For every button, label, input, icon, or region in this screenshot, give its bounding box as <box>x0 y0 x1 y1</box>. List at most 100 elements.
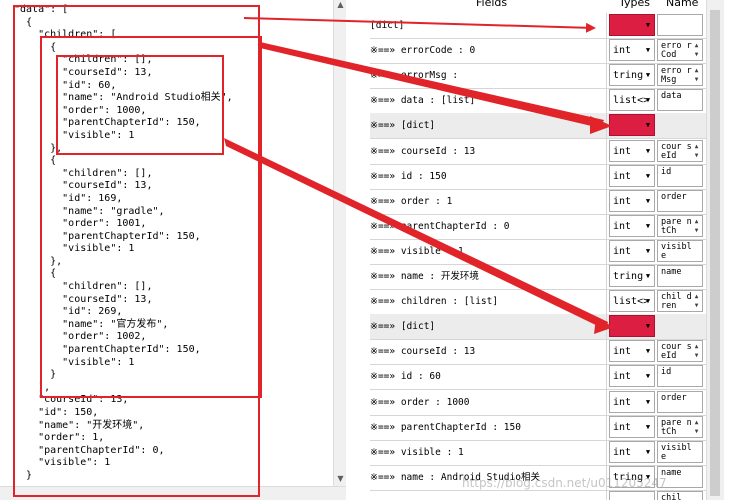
chevron-down-icon[interactable]: ▼ <box>642 417 654 437</box>
chevron-down-icon[interactable]: ▼ <box>642 40 654 60</box>
type-select[interactable]: int ▼ <box>609 390 655 413</box>
vertical-scrollbar[interactable] <box>706 0 724 500</box>
name-field[interactable]: name <box>657 265 703 287</box>
scroll-thumb[interactable] <box>710 10 720 496</box>
chevron-down-icon[interactable]: ▼ <box>642 442 654 462</box>
chevron-down-icon[interactable]: ▼ <box>642 492 654 500</box>
grid-row[interactable]: ※==» name : 开发环境 tring ▼ name <box>370 264 706 290</box>
fields-column-header[interactable]: Fields <box>476 0 507 9</box>
type-select[interactable]: list<> ▼ <box>609 89 655 112</box>
grid-row[interactable]: ※==» order : 1000 int ▼ order <box>370 389 706 416</box>
type-select[interactable]: list<> ▼ <box>609 290 655 313</box>
type-select[interactable]: tring ▼ <box>609 265 655 287</box>
field-label: ※==» parentChapterId : 0 <box>370 213 607 239</box>
grid-row[interactable]: ※==» visible : 1 int ▼ visible <box>370 439 706 466</box>
chevron-down-icon[interactable]: ▼ <box>642 166 654 186</box>
chevron-down-icon[interactable]: ▼ <box>642 266 654 286</box>
name-field[interactable]: cour seId ▲ ▼ <box>657 139 703 162</box>
name-field[interactable]: id <box>657 365 703 388</box>
name-field[interactable]: chil <box>657 490 703 500</box>
chevron-down-icon[interactable]: ▼ <box>642 291 654 311</box>
chevron-down-icon[interactable]: ▼ <box>642 65 654 85</box>
grid-row[interactable]: ▼ chil <box>370 489 706 500</box>
chevron-down-icon[interactable]: ▼ <box>642 216 654 236</box>
types-column-header[interactable]: Types <box>619 0 650 9</box>
field-label: ※==» [dict] <box>370 113 607 139</box>
grid-row[interactable]: ※==» visible : 1 int ▼ visible <box>370 238 706 265</box>
name-field[interactable]: id <box>657 164 703 187</box>
type-select[interactable]: int ▼ <box>609 189 655 212</box>
scroll-up-icon[interactable]: ▲ <box>334 0 346 9</box>
name-field[interactable]: erro rCod ▲ ▼ <box>657 39 703 62</box>
chevron-down-icon[interactable]: ▼ <box>642 15 654 35</box>
grid-row[interactable]: [dict] ▼ <box>370 13 706 39</box>
grid-row[interactable]: ※==» parentChapterId : 150 int ▼ pare ntCh ▲… <box>370 414 706 441</box>
chevron-down-icon[interactable]: ▼ <box>642 90 654 110</box>
type-select[interactable]: ▼ <box>609 14 655 36</box>
grid-row[interactable]: ※==» parentChapterId : 0 int ▼ pare ntCh ▲ ▼ <box>370 213 706 240</box>
spin-arrows-icon[interactable]: ▲ ▼ <box>692 217 701 235</box>
spin-arrows-icon[interactable]: ▲ ▼ <box>692 418 701 436</box>
chevron-down-icon[interactable]: ▼ <box>642 241 654 261</box>
field-label: ※==» id : 150 <box>370 163 607 189</box>
vertical-scrollbar[interactable]: ▲ ▼ <box>333 0 346 486</box>
chevron-down-icon[interactable]: ▼ <box>642 316 654 336</box>
name-field[interactable]: erro rMsg ▲ ▼ <box>657 64 703 87</box>
grid-row[interactable]: ※==» courseId : 13 int ▼ cour seId ▲ ▼ <box>370 339 706 366</box>
name-column-header[interactable]: Name <box>666 0 698 9</box>
name-field[interactable]: chil dren ▲ ▼ <box>657 290 703 313</box>
spin-arrows-icon[interactable]: ▲ ▼ <box>692 41 701 59</box>
type-select[interactable]: int ▼ <box>609 340 655 363</box>
type-select[interactable]: ▼ <box>609 315 655 338</box>
chevron-down-icon[interactable]: ▼ <box>642 191 654 211</box>
grid-row[interactable]: ※==» [dict] ▼ <box>370 113 706 140</box>
type-select[interactable]: ▼ <box>609 490 655 500</box>
name-field[interactable]: cour seId ▲ ▼ <box>657 340 703 363</box>
type-select[interactable]: int ▼ <box>609 164 655 187</box>
spin-arrows-icon[interactable]: ▲ ▼ <box>692 292 701 310</box>
name-field[interactable]: pare ntCh ▲ ▼ <box>657 214 703 237</box>
name-field[interactable]: order <box>657 189 703 212</box>
type-value: int <box>613 195 632 207</box>
field-label: ※==» children : [list] <box>370 289 607 315</box>
name-field[interactable] <box>657 14 703 36</box>
name-field[interactable]: data <box>657 89 703 112</box>
type-select[interactable]: int ▼ <box>609 440 655 463</box>
name-value: pare ntCh <box>661 417 692 437</box>
chevron-down-icon[interactable]: ▼ <box>642 115 654 135</box>
name-value: erro rMsg <box>661 66 692 86</box>
chevron-down-icon[interactable]: ▼ <box>642 366 654 386</box>
grid-row[interactable]: ※==» id : 60 int ▼ id <box>370 364 706 391</box>
type-select[interactable]: int ▼ <box>609 214 655 237</box>
grid-row[interactable]: ※==» id : 150 int ▼ id <box>370 163 706 190</box>
type-select[interactable]: int ▼ <box>609 239 655 262</box>
grid-row[interactable]: ※==» errorMsg : tring ▼ erro rMsg ▲ ▼ <box>370 63 706 90</box>
grid-row[interactable]: ※==» courseId : 13 int ▼ cour seId ▲ ▼ <box>370 138 706 165</box>
grid-row[interactable]: ※==» data : [list] list<> ▼ data <box>370 88 706 115</box>
type-select[interactable]: tring ▼ <box>609 64 655 87</box>
name-field[interactable]: pare ntCh ▲ ▼ <box>657 415 703 438</box>
type-select[interactable]: int ▼ <box>609 139 655 162</box>
grid-row[interactable]: ※==» children : [list] list<> ▼ chil dren ▲ ▼ <box>370 289 706 316</box>
grid-row[interactable]: ※==» errorCode : 0 int ▼ erro rCod ▲ ▼ <box>370 38 706 65</box>
chevron-down-icon[interactable]: ▼ <box>642 392 654 412</box>
scroll-down-icon[interactable]: ▼ <box>334 474 346 483</box>
type-select[interactable]: ▼ <box>609 114 655 137</box>
spin-arrows-icon[interactable]: ▲ ▼ <box>692 66 701 84</box>
name-field[interactable]: visible <box>657 440 703 463</box>
field-grid: Fields Types Name [dict] ▼ ※==» errorCode … <box>370 0 739 500</box>
chevron-down-icon[interactable]: ▼ <box>642 141 654 161</box>
name-field[interactable]: visible <box>657 239 703 262</box>
name-field[interactable] <box>657 315 703 338</box>
spin-arrows-icon[interactable]: ▲ ▼ <box>692 142 701 160</box>
name-field[interactable]: order <box>657 390 703 413</box>
chevron-down-icon[interactable]: ▼ <box>642 341 654 361</box>
json-text-pane[interactable]: "data": [ { "children": [ { "children": … <box>0 0 346 500</box>
grid-row[interactable]: ※==» [dict] ▼ <box>370 314 706 341</box>
name-field[interactable] <box>657 114 703 137</box>
spin-arrows-icon[interactable]: ▲ ▼ <box>692 342 701 360</box>
type-select[interactable]: int ▼ <box>609 39 655 62</box>
type-select[interactable]: int ▼ <box>609 365 655 388</box>
grid-row[interactable]: ※==» order : 1 int ▼ order <box>370 188 706 215</box>
type-select[interactable]: int ▼ <box>609 415 655 438</box>
